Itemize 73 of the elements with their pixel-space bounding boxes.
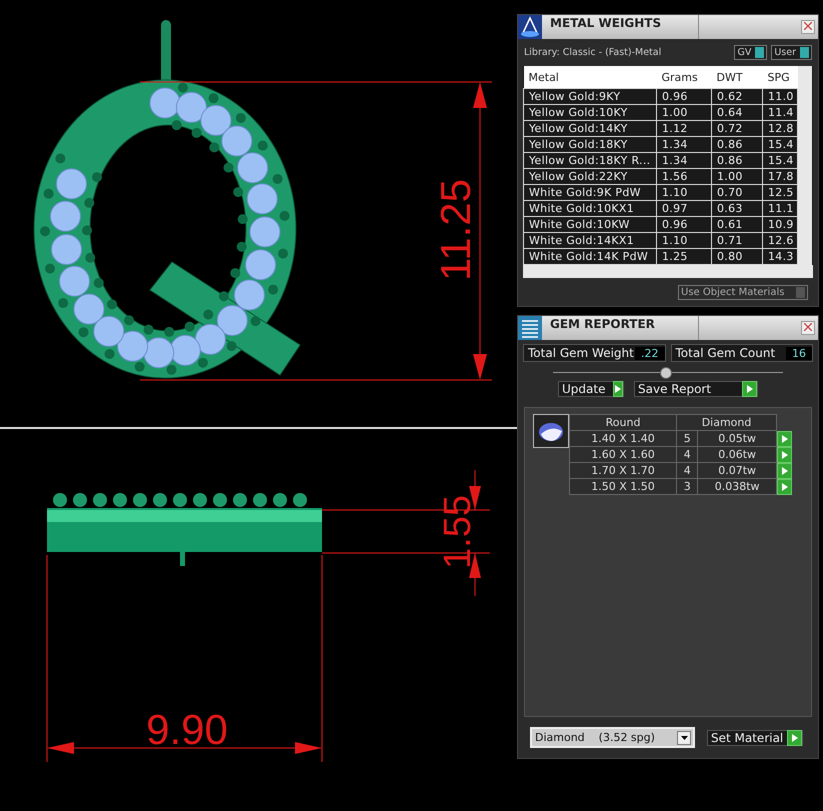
column-header: Diamond	[676, 414, 776, 430]
table-cell: 1.12	[656, 120, 712, 136]
set-material-button[interactable]: Set Material	[707, 730, 804, 746]
table-cell: Yellow Gold:18KY R...	[524, 152, 656, 168]
library-label: Library: Classic - (Fast)-Metal	[524, 47, 662, 58]
toggle-button[interactable]: User	[771, 45, 812, 60]
total-count-value: 16	[786, 346, 812, 360]
table-cell: 1.10	[656, 232, 712, 248]
column-header: DWT	[712, 66, 762, 88]
table-cell: White Gold:9K PdW	[524, 184, 656, 200]
table-cell: Yellow Gold:10KY	[524, 104, 656, 120]
play-icon[interactable]	[777, 478, 792, 494]
table-cell: 1.00	[656, 104, 712, 120]
table-cell: 1.60 X 1.60	[570, 446, 677, 462]
table-cell: Yellow Gold:22KY	[524, 168, 656, 184]
table-cell: 1.70 X 1.70	[570, 462, 677, 478]
use-object-materials-toggle[interactable]: Use Object Materials	[678, 285, 808, 300]
table-cell: 0.64	[712, 104, 762, 120]
table-cell: 1.56	[656, 168, 712, 184]
column-header: Metal	[524, 66, 656, 88]
update-button[interactable]: Update	[558, 381, 624, 397]
table-cell: Yellow Gold:18KY	[524, 136, 656, 152]
table-cell: 0.96	[656, 216, 712, 232]
table-cell: 0.61	[712, 216, 762, 232]
toggle-button[interactable]: GV	[734, 45, 768, 60]
total-count-label: Total Gem Count	[676, 346, 776, 360]
table-cell: 1.40 X 1.40	[570, 430, 677, 446]
column-header: Round	[570, 414, 677, 430]
gem-icon	[533, 414, 569, 448]
table-cell: 0.86	[712, 136, 762, 152]
material-dropdown[interactable]: Diamond (3.52 spg)	[530, 727, 695, 748]
table-cell: 0.07tw	[698, 462, 776, 478]
table-cell: White Gold:10KW	[524, 216, 656, 232]
report-icon	[518, 316, 542, 340]
panel-title: GEM REPORTER	[542, 316, 699, 340]
table-cell: 0.72	[712, 120, 762, 136]
table-cell: 1.00	[712, 168, 762, 184]
close-button[interactable]	[801, 321, 815, 335]
table-cell: White Gold:10KX1	[524, 200, 656, 216]
table-cell: 0.62	[712, 88, 762, 104]
table-cell: 0.71	[712, 232, 762, 248]
table-cell: 0.86	[712, 152, 762, 168]
table-cell: 0.038tw	[698, 478, 776, 494]
column-header: Grams	[656, 66, 712, 88]
play-icon	[742, 381, 757, 397]
save-report-button[interactable]: Save Report	[634, 381, 758, 397]
table-cell: Yellow Gold:14KY	[524, 120, 656, 136]
column-header: SPG	[762, 66, 798, 88]
table-cell: 1.10	[656, 184, 712, 200]
table-cell: 0.63	[712, 200, 762, 216]
collapse-handle[interactable]	[660, 367, 672, 379]
table-cell: 0.70	[712, 184, 762, 200]
table-cell: 0.05tw	[698, 430, 776, 446]
table-cell: 0.97	[656, 200, 712, 216]
scale-icon	[518, 15, 542, 39]
panel-title: METAL WEIGHTS	[542, 15, 699, 39]
dimension-label: 11.25	[432, 179, 479, 281]
table-cell: 1.34	[656, 152, 712, 168]
play-icon[interactable]	[777, 430, 792, 446]
table-cell: 0.06tw	[698, 446, 776, 462]
close-button[interactable]	[801, 20, 815, 34]
table-cell: White Gold:14KX1	[524, 232, 656, 248]
total-weight-value: .22	[635, 346, 664, 360]
table-cell: 1.34	[656, 136, 712, 152]
table-cell: 11.0	[762, 88, 798, 104]
play-icon	[613, 381, 623, 397]
table-cell: 0.96	[656, 88, 712, 104]
total-weight-label: Total Gem Weight	[528, 346, 634, 360]
play-icon	[787, 730, 802, 746]
dimension-label: 9.90	[146, 706, 228, 753]
dimension-label: 1.55	[437, 495, 479, 569]
table-cell: Yellow Gold:9KY	[524, 88, 656, 104]
table-cell: 1.50 X 1.50	[570, 478, 677, 494]
